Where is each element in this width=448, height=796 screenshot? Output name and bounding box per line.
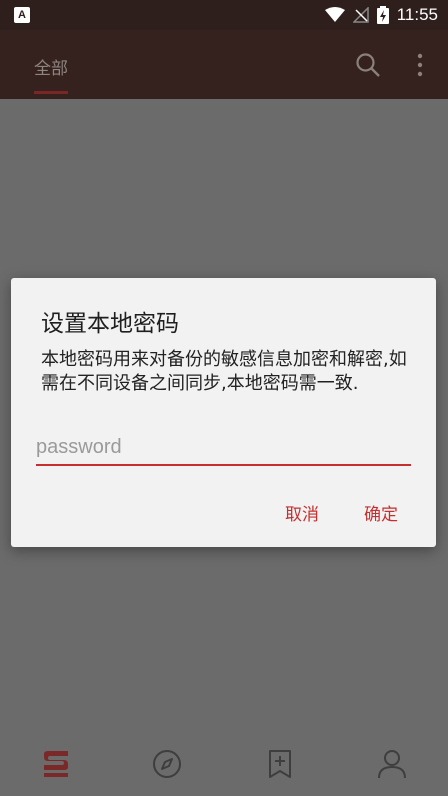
app-bar: 全部 <box>0 30 448 99</box>
more-vert-icon[interactable] <box>410 52 430 78</box>
wifi-icon <box>324 7 345 22</box>
no-signal-icon <box>352 7 369 23</box>
battery-charging-icon <box>376 6 389 24</box>
app-notification-icon: A <box>14 7 30 23</box>
status-right-group: 11:55 <box>324 0 438 30</box>
dialog-title: 设置本地密码 <box>41 311 179 337</box>
bottom-nav <box>0 732 448 796</box>
tab-indicator <box>34 91 68 94</box>
confirm-button[interactable]: 确定 <box>364 500 398 525</box>
compass-icon[interactable] <box>151 748 183 780</box>
search-icon[interactable] <box>355 52 381 78</box>
profile-icon[interactable] <box>376 748 408 780</box>
dialog-message: 本地密码用来对备份的敏感信息加密和解密,如需在不同设备之间同步,本地密码需一致. <box>41 349 407 394</box>
status-time: 11:55 <box>396 5 438 24</box>
cancel-button[interactable]: 取消 <box>285 500 319 525</box>
password-input[interactable] <box>36 430 411 466</box>
tab-all[interactable]: 全部 <box>34 54 68 79</box>
bookmark-add-icon[interactable] <box>264 748 296 780</box>
subscriptions-icon[interactable] <box>40 748 72 780</box>
set-local-password-dialog: 设置本地密码 本地密码用来对备份的敏感信息加密和解密,如需在不同设备之间同步,本… <box>11 278 436 547</box>
status-bar: A 11:55 <box>0 0 448 30</box>
